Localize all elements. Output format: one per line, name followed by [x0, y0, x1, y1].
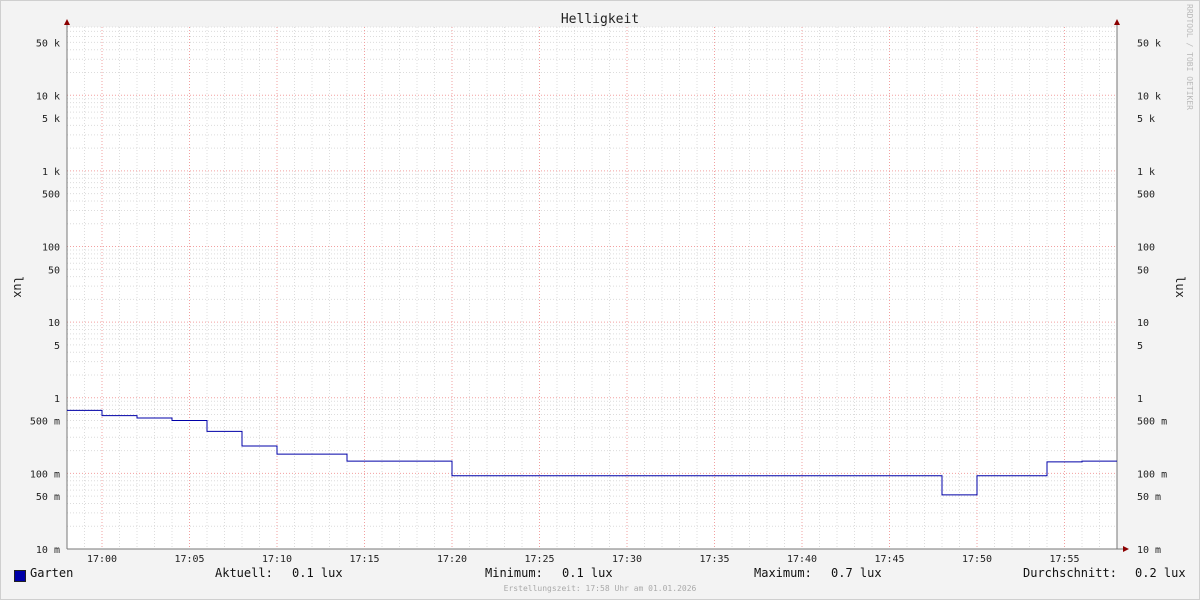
y-tick-label-left: 50 k: [36, 38, 60, 49]
maximum-value: 0.7 lux: [831, 566, 882, 580]
y-tick-label-right: 5: [1137, 341, 1143, 352]
creation-time-footer: Erstellungszeit: 17:58 Uhr am 01.01.2026: [503, 584, 697, 593]
x-tick-label: 17:45: [874, 554, 904, 565]
brightness-chart: 50 k 10 k 5 k 1 k 500 100 50 10 5 1 500 m 100 m 50 m…: [11, 4, 1194, 565]
x-tick-label: 17:10: [262, 554, 292, 565]
y-tick-label-left: 10 m: [36, 545, 60, 556]
y-tick-label-left: 5 k: [42, 114, 60, 125]
minimum-label: Minimum:: [485, 566, 543, 580]
y-tick-label-right: 50 m: [1137, 492, 1161, 503]
y-tick-label-right: 1: [1137, 394, 1143, 405]
watermark: RRDTOOL / TOBI OETIKER: [1185, 4, 1194, 110]
y-tick-label-right: 50 k: [1137, 38, 1161, 49]
y-tick-label-left: 100 m: [30, 469, 60, 480]
x-tick-label: 17:20: [437, 554, 467, 565]
x-ticks: 17:00 17:05 17:10 17:15 17:20 17:25 17:30 17:35…: [87, 554, 1080, 565]
legend-series-name: Garten: [30, 566, 74, 580]
y-tick-label-left: 50: [48, 265, 60, 276]
y-tick-label-left: 1 k: [42, 167, 60, 178]
x-tick-label: 17:30: [612, 554, 642, 565]
durchschnitt-label: Durchschnitt:: [1023, 566, 1117, 580]
x-tick-label: 17:35: [699, 554, 729, 565]
y-tick-label-right: 100: [1137, 243, 1155, 254]
minimum-value: 0.1 lux: [562, 566, 613, 580]
y-tick-label-left: 50 m: [36, 492, 60, 503]
y-tick-label-right: 10 m: [1137, 545, 1161, 556]
y-tick-label-right: 50: [1137, 265, 1149, 276]
maximum-label: Maximum:: [754, 566, 812, 580]
legend: Garten Aktuell: 0.1 lux Minimum: 0.1 lux…: [0, 566, 1200, 586]
y-tick-label-right: 1 k: [1137, 167, 1155, 178]
y-tick-label-right: 500: [1137, 190, 1155, 201]
y-tick-label-right: 10 k: [1137, 91, 1161, 102]
durchschnitt-value: 0.2 lux: [1135, 566, 1186, 580]
x-tick-label: 17:40: [787, 554, 817, 565]
y-tick-label-left: 10: [48, 318, 60, 329]
y-tick-label-left: 500: [42, 190, 60, 201]
y-tick-label-left: 10 k: [36, 91, 60, 102]
chart-title: Helligkeit: [561, 12, 639, 27]
x-tick-label: 17:55: [1049, 554, 1079, 565]
y-tick-label-left: 500 m: [30, 417, 60, 428]
x-tick-label: 17:50: [962, 554, 992, 565]
minor-grid: [67, 26, 1117, 549]
x-tick-label: 17:05: [174, 554, 204, 565]
y-axis-arrow-left: [64, 19, 70, 25]
y-ticks-right: 50 k 10 k 5 k 1 k 500 100 50 10 5 1 500 m 100 m 50 m…: [1137, 38, 1167, 556]
y-tick-label-right: 500 m: [1137, 417, 1167, 428]
y-tick-label-right: 10: [1137, 318, 1149, 329]
x-axis-arrow: [1123, 546, 1129, 552]
x-tick-label: 17:15: [349, 554, 379, 565]
y-axis-label-left: lux: [11, 276, 25, 298]
x-tick-label: 17:00: [87, 554, 117, 565]
legend-swatch-garten: [14, 570, 26, 582]
y-axis-label-right: lux: [1173, 276, 1187, 298]
y-tick-label-right: 5 k: [1137, 114, 1155, 125]
x-tick-label: 17:25: [524, 554, 554, 565]
aktuell-value: 0.1 lux: [292, 566, 343, 580]
aktuell-label: Aktuell:: [215, 566, 273, 580]
y-axis-arrow-right: [1114, 19, 1120, 25]
y-tick-label-left: 5: [54, 341, 60, 352]
y-tick-label-left: 100: [42, 243, 60, 254]
y-tick-label-left: 1: [54, 394, 60, 405]
y-tick-label-right: 100 m: [1137, 469, 1167, 480]
y-ticks-left: 50 k 10 k 5 k 1 k 500 100 50 10 5 1 500 m 100 m 50 m…: [30, 38, 60, 556]
